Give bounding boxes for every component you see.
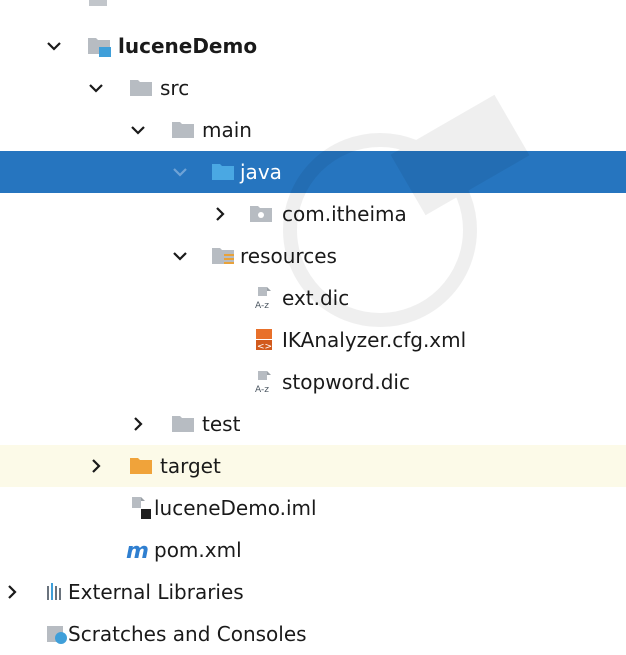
tree-node-java[interactable]: java — [0, 151, 626, 193]
tree-node-label: resources — [240, 244, 337, 268]
tree-node-label: luceneDemo.iml — [154, 496, 317, 520]
chevron-down-icon[interactable] — [44, 36, 64, 56]
chevron-right-icon[interactable] — [210, 204, 230, 224]
clipped-row-icon — [89, 0, 107, 6]
tree-node-label: Scratches and Consoles — [68, 622, 307, 646]
tree-node-label: main — [202, 118, 252, 142]
module-folder-icon — [86, 34, 112, 58]
iml-file-icon — [128, 496, 154, 520]
chevron-down-icon[interactable] — [170, 246, 190, 266]
svg-text:A-z: A-z — [255, 385, 269, 394]
project-tree: luceneDemo src main java com.itheima res… — [0, 0, 626, 646]
tree-node-lucenedemo-iml[interactable]: luceneDemo.iml — [0, 487, 626, 529]
xml-file-icon: <> — [254, 328, 280, 352]
tree-node-com-itheima[interactable]: com.itheima — [0, 193, 626, 235]
tree-node-lucenedemo[interactable]: luceneDemo — [0, 25, 626, 67]
tree-node-ikanalyzer-cfg-xml[interactable]: <> IKAnalyzer.cfg.xml — [0, 319, 626, 361]
tree-node-label: test — [202, 412, 241, 436]
tree-node-label: com.itheima — [282, 202, 407, 226]
maven-icon: m — [126, 538, 152, 562]
tree-node-label: pom.xml — [154, 538, 242, 562]
svg-text:m: m — [126, 539, 149, 562]
tree-node-label: java — [240, 160, 282, 184]
tree-node-label: luceneDemo — [118, 34, 258, 58]
folder-icon — [128, 76, 154, 100]
package-icon — [248, 202, 274, 226]
tree-node-pom-xml[interactable]: m pom.xml — [0, 529, 626, 571]
chevron-down-icon[interactable] — [170, 162, 190, 182]
chevron-right-icon[interactable] — [86, 456, 106, 476]
tree-node-src[interactable]: src — [0, 67, 626, 109]
text-file-icon: A-z — [254, 370, 280, 394]
chevron-down-icon[interactable] — [86, 78, 106, 98]
folder-icon — [170, 118, 196, 142]
tree-node-label: ext.dic — [282, 286, 350, 310]
tree-node-external-libraries[interactable]: External Libraries — [0, 571, 626, 613]
resources-folder-icon — [210, 244, 236, 268]
tree-node-target[interactable]: target — [0, 445, 626, 487]
tree-node-resources[interactable]: resources — [0, 235, 626, 277]
tree-node-label: src — [160, 76, 190, 100]
tree-node-label: target — [160, 454, 221, 478]
source-folder-icon — [210, 160, 236, 184]
chevron-right-icon[interactable] — [128, 414, 148, 434]
chevron-right-icon[interactable] — [2, 582, 22, 602]
svg-text:<>: <> — [257, 342, 272, 352]
text-file-icon: A-z — [254, 286, 280, 310]
svg-text:A-z: A-z — [255, 301, 269, 310]
tree-node-label: IKAnalyzer.cfg.xml — [282, 328, 467, 352]
tree-node-main[interactable]: main — [0, 109, 626, 151]
chevron-down-icon[interactable] — [128, 120, 148, 140]
excluded-folder-icon — [128, 454, 154, 478]
tree-node-stopword-dic[interactable]: A-z stopword.dic — [0, 361, 626, 403]
folder-icon — [170, 412, 196, 436]
tree-node-label: stopword.dic — [282, 370, 410, 394]
tree-node-ext-dic[interactable]: A-z ext.dic — [0, 277, 626, 319]
tree-node-test[interactable]: test — [0, 403, 626, 445]
libraries-icon — [44, 580, 70, 604]
tree-node-label: External Libraries — [68, 580, 244, 604]
tree-node-scratches-and-consoles[interactable]: Scratches and Consoles — [0, 613, 626, 655]
scratches-icon — [44, 622, 70, 646]
